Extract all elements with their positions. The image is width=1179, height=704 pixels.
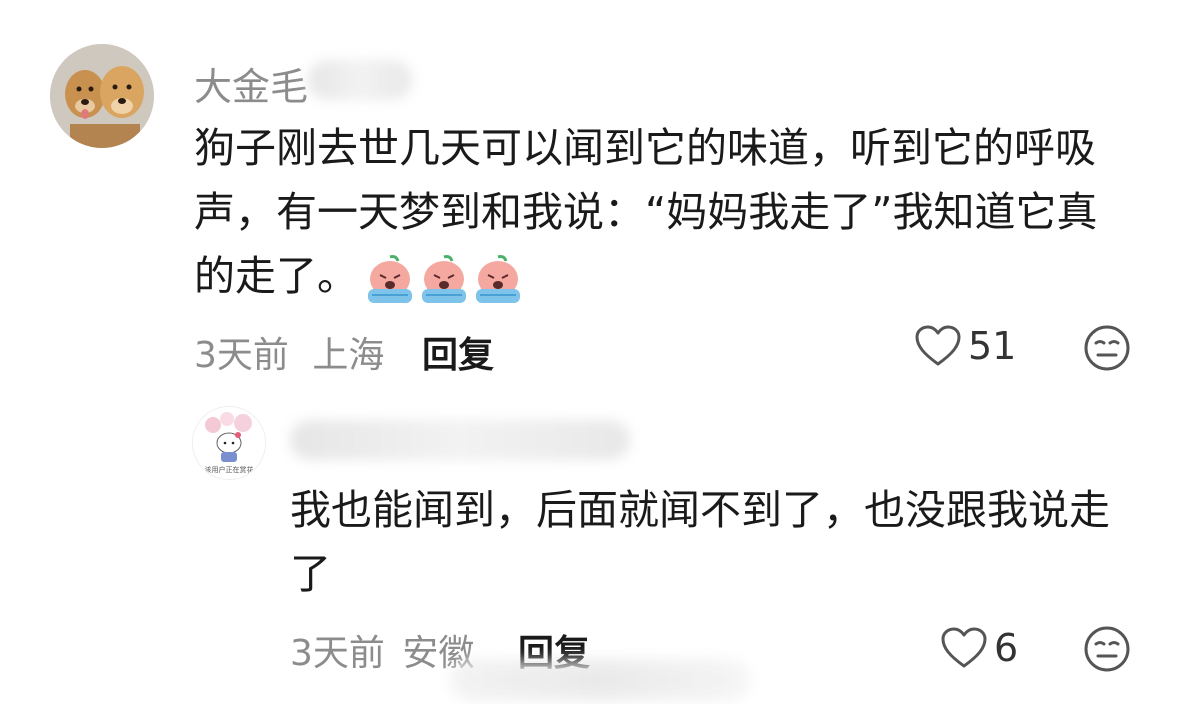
location: 上海 [312, 335, 385, 376]
timestamp: 3天前 [194, 335, 289, 376]
timestamp: 3天前 [290, 633, 385, 674]
dislike-face-icon[interactable] [1082, 624, 1132, 674]
comment-2: 该用户正在赏花 我也能闻到，后面就闻不到了，也没跟我说走了 3天前 安徽 回复 … [0, 380, 1179, 704]
dog-photo-icon [50, 44, 154, 148]
comment-body: 狗子刚去世几天可以闻到它的味道，听到它的呼吸声，有一天梦到和我说：“妈妈我走了”… [194, 124, 1098, 300]
watermark [450, 660, 750, 700]
blurred-username [308, 60, 412, 100]
comment-text: 狗子刚去世几天可以闻到它的味道，听到它的呼吸声，有一天梦到和我说：“妈妈我走了”… [194, 116, 1114, 308]
crying-peach-emoji-icon [368, 255, 412, 303]
heart-icon [915, 325, 961, 366]
comment-1: 大金毛 狗子刚去世几天可以闻到它的味道，听到它的呼吸声，有一天梦到和我说：“妈妈… [0, 0, 1179, 380]
avatar-hello-kitty[interactable]: 该用户正在赏花 [192, 406, 266, 480]
username[interactable]: 大金毛 [194, 56, 308, 111]
like-button[interactable]: 51 [914, 324, 1016, 368]
blurred-username [290, 420, 630, 460]
like-count: 51 [968, 324, 1017, 368]
avatar-caption: 该用户正在赏花 [204, 466, 254, 474]
crying-peach-emoji-icon [476, 255, 520, 303]
dislike-face-icon[interactable] [1082, 323, 1132, 373]
comment-meta: 3天前 上海 [194, 326, 384, 378]
reply-text: 我也能闻到，后面就闻不到了，也没跟我说走了 [290, 486, 1110, 598]
crying-peach-emoji-icon [422, 255, 466, 303]
avatar-dogs[interactable] [50, 44, 154, 148]
heart-icon [941, 627, 987, 668]
like-count: 6 [994, 626, 1019, 670]
like-button[interactable]: 6 [940, 626, 1018, 670]
reply-button[interactable]: 回复 [422, 326, 494, 378]
comment-meta: 3天前 安徽 [290, 624, 474, 676]
crying-emoji-group [364, 253, 524, 305]
